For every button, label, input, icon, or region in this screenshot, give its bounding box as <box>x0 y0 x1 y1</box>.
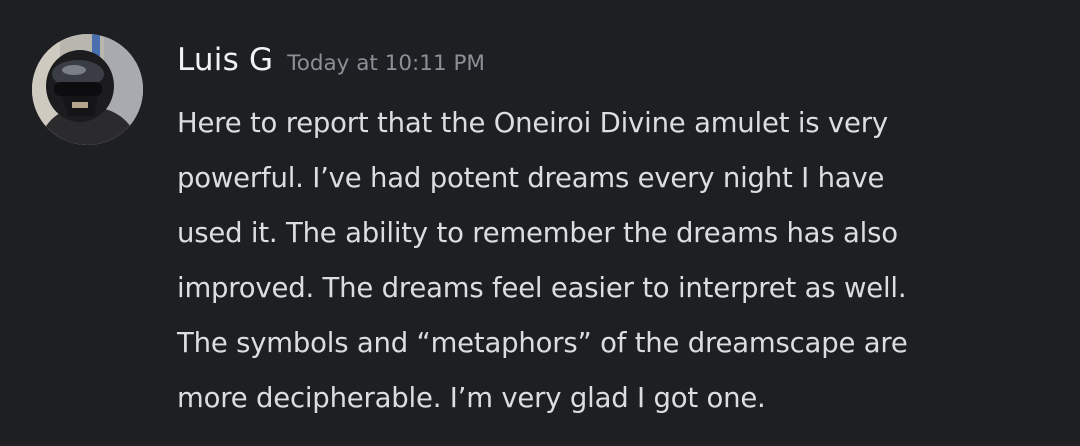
message-line: Here to report that the Oneiroi Divine a… <box>177 107 888 139</box>
message-timestamp: Today at 10:11 PM <box>287 51 485 76</box>
message-line: used it. The ability to remember the dre… <box>177 217 898 249</box>
message-line: more decipherable. I’m very glad I got o… <box>177 382 766 414</box>
message-line: improved. The dreams feel easier to inte… <box>177 272 907 304</box>
message-header: Luis G Today at 10:11 PM <box>177 42 485 92</box>
message-line: The symbols and “metaphors” of the dream… <box>177 327 908 359</box>
avatar-photo <box>32 34 143 145</box>
author-name[interactable]: Luis G <box>177 42 273 78</box>
user-avatar[interactable] <box>32 34 143 145</box>
chat-message: Luis G Today at 10:11 PM Here to report t… <box>0 0 1080 446</box>
message-line: powerful. I’ve had potent dreams every n… <box>177 162 885 194</box>
message-content: Here to report that the Oneiroi Divine a… <box>177 96 1067 426</box>
